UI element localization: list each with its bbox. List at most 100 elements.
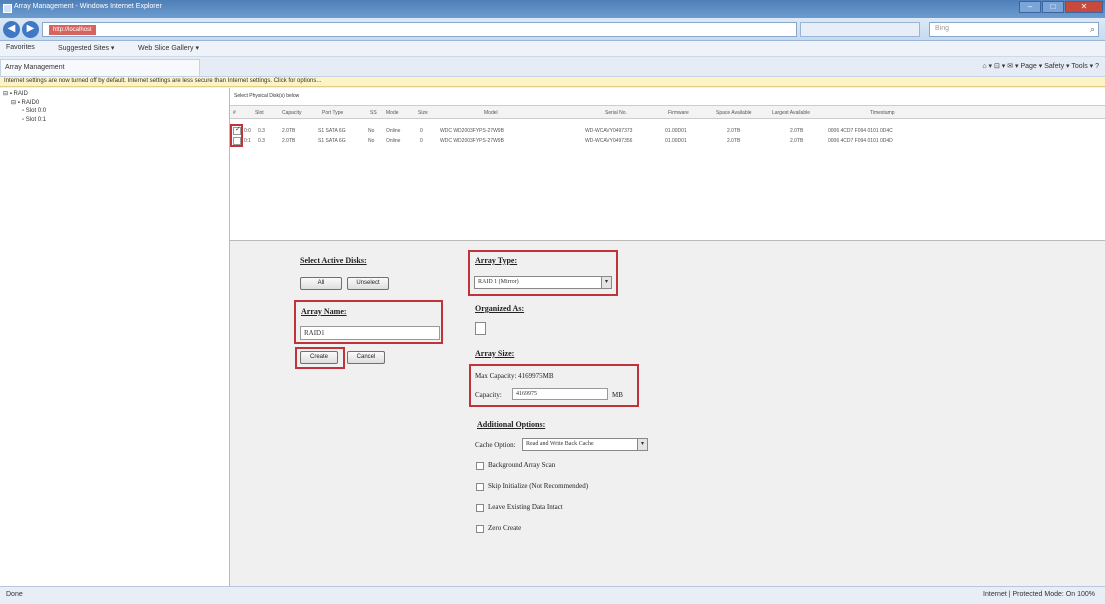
select-active-disks-heading: Select Active Disks: [300, 256, 367, 265]
zero-create-checkbox[interactable] [476, 525, 484, 533]
skip-initialize-checkbox[interactable] [476, 483, 484, 491]
max-capacity-text: Max Capacity: 4169975MB [475, 372, 554, 380]
table-cell: 0:1 [244, 138, 251, 144]
back-button[interactable]: ◀ [3, 21, 20, 38]
tree-root[interactable]: ⊟ ▪ RAID [3, 90, 28, 97]
additional-options-heading: Additional Options: [477, 420, 546, 429]
table-cell: 0 [420, 138, 423, 144]
zone-and-zoom[interactable]: Internet | Protected Mode: On 100% [983, 591, 1095, 598]
table-cell: WD-WCAVY0497356 [585, 138, 633, 144]
address-bar[interactable]: http://localhost [42, 22, 797, 37]
highlight-array-size [469, 364, 639, 407]
table-cell: 0.3 [258, 128, 265, 134]
tree-item-slot-1[interactable]: ▫ Slot 0:1 [22, 117, 46, 123]
create-button[interactable]: Create [300, 351, 338, 364]
organized-as-select[interactable] [475, 322, 486, 335]
search-input[interactable]: Bing ⌕ [929, 22, 1099, 37]
table-cell: 2.0TB [282, 128, 296, 134]
minimize-button[interactable]: – [1019, 1, 1041, 13]
capacity-label: Capacity: [475, 391, 502, 399]
table-cell: 2.0TB [727, 138, 741, 144]
web-slice-gallery-link[interactable]: Web Slice Gallery ▾ [138, 44, 199, 52]
forward-button[interactable]: ▶ [22, 21, 39, 38]
close-button[interactable]: ✕ [1065, 1, 1103, 13]
address-tools[interactable] [800, 22, 920, 37]
tab-array-management[interactable]: Array Management [0, 59, 200, 76]
window-controls: – □ ✕ [1019, 1, 1103, 13]
table-row[interactable]: 0:1 0.3 2.0TB S1 SATA 6G No Online 0 WDC… [230, 136, 1105, 146]
column-header: Port Type [322, 110, 344, 116]
table-cell: WDC WD2003FYPS-27W9B [440, 138, 504, 144]
main-content: Select Physical Disk(s) below # Slot Cap… [230, 88, 1105, 586]
array-type-select[interactable]: RAID 1 (Mirror) ▾ [474, 276, 612, 289]
array-size-heading: Array Size: [475, 349, 515, 358]
device-tree: ⊟ ▪ RAID ⊟ ▪ RAID0 ▫ Slot 0:0 ▫ Slot 0:1 [0, 88, 230, 586]
search-icon[interactable]: ⌕ [1090, 24, 1095, 35]
tree-array[interactable]: ⊟ ▪ RAID0 [11, 99, 39, 106]
select-all-button[interactable]: All [300, 277, 342, 290]
column-header: Slot [255, 110, 264, 116]
table-cell: 2.0TB [790, 128, 804, 134]
suggested-sites-link[interactable]: Suggested Sites ▾ [58, 44, 114, 52]
chevron-down-icon: ▾ [637, 439, 647, 450]
tree-root-label: RAID [13, 91, 28, 97]
table-cell: 0006 4CD7 F094 0101 0D4D [828, 138, 893, 144]
table-cell: WDC WD2003FYPS-27W9B [440, 128, 504, 134]
array-type-value: RAID 1 (Mirror) [478, 279, 519, 285]
table-cell: WD-WCAVY0497373 [585, 128, 633, 134]
column-header: SS [370, 110, 377, 116]
column-header: Serial No. [605, 110, 627, 116]
table-cell: Online [386, 128, 401, 134]
cache-option-value: Read and Write Back Cache [526, 441, 594, 447]
table-cell: 2.0TB [790, 138, 804, 144]
table-cell: No [368, 128, 375, 134]
array-name-input[interactable]: RAID1 [300, 326, 440, 340]
command-bar[interactable]: ⌂ ▾ ⊡ ▾ ✉ ▾ Page ▾ Safety ▾ Tools ▾ ? [982, 62, 1099, 70]
window-title: Array Management - Windows Internet Expl… [14, 3, 162, 10]
table-row[interactable]: 0:0 0.3 2.0TB S1 SATA 6G No Online 0 WDC… [230, 125, 1105, 136]
table-cell: S1 SATA 6G [318, 128, 346, 134]
column-header: Firmware [668, 110, 689, 116]
column-header: Size [418, 110, 428, 116]
tree-item-label: Slot 0:1 [25, 117, 47, 123]
capacity-unit: MB [612, 391, 623, 399]
favorites-button[interactable]: Favorites [6, 44, 35, 51]
tree-item-slot-0[interactable]: ▫ Slot 0:0 [22, 108, 46, 114]
column-header: Mode [386, 110, 399, 116]
capacity-input[interactable]: 4169975 [512, 388, 608, 400]
tab-bar: Array Management ⌂ ▾ ⊡ ▾ ✉ ▾ Page ▾ Safe… [0, 57, 1105, 77]
tree-item-label: Slot 0:0 [25, 108, 47, 114]
column-header: Space Available [716, 110, 752, 116]
background-scan-checkbox[interactable] [476, 462, 484, 470]
unselect-button[interactable]: Unselect [347, 277, 389, 290]
column-header: # [233, 110, 236, 116]
favorites-bar: Favorites Suggested Sites ▾ Web Slice Ga… [0, 41, 1105, 57]
table-cell: Online [386, 138, 401, 144]
information-bar[interactable]: Internet settings are now turned off by … [0, 77, 1105, 87]
array-type-heading: Array Type: [475, 256, 518, 265]
tab-label: Array Management [5, 64, 65, 71]
chevron-down-icon: ▾ [601, 277, 611, 288]
cancel-button[interactable]: Cancel [347, 351, 385, 364]
skip-initialize-label: Skip Initialize (Not Recommended) [488, 482, 589, 490]
column-header: Capacity [282, 110, 302, 116]
table-cell: 0 [420, 128, 423, 134]
navigation-bar: ◀ ▶ http://localhost Bing ⌕ [0, 18, 1105, 41]
column-header: Timestamp [870, 110, 895, 116]
cache-option-label: Cache Option: [475, 441, 516, 449]
table-cell: 2.0TB [282, 138, 296, 144]
tree-array-label: RAID0 [21, 100, 40, 106]
maximize-button[interactable]: □ [1042, 1, 1064, 13]
table-cell: 0:0 [244, 128, 251, 134]
leave-existing-data-checkbox[interactable] [476, 504, 484, 512]
table-cell: 2.0TB [727, 128, 741, 134]
table-cell: 01.00D01 [665, 138, 687, 144]
column-header: Largest Available [772, 110, 810, 116]
background-scan-label: Background Array Scan [488, 461, 556, 469]
create-array-form: Select Active Disks: All Unselect Array … [230, 241, 1105, 586]
array-name-heading: Array Name: [301, 307, 347, 316]
table-cell: S1 SATA 6G [318, 138, 346, 144]
grid-header: # Slot Capacity Port Type SS Mode Size M… [230, 105, 1105, 119]
address-text: http://localhost [49, 25, 96, 35]
cache-option-select[interactable]: Read and Write Back Cache ▾ [522, 438, 648, 451]
